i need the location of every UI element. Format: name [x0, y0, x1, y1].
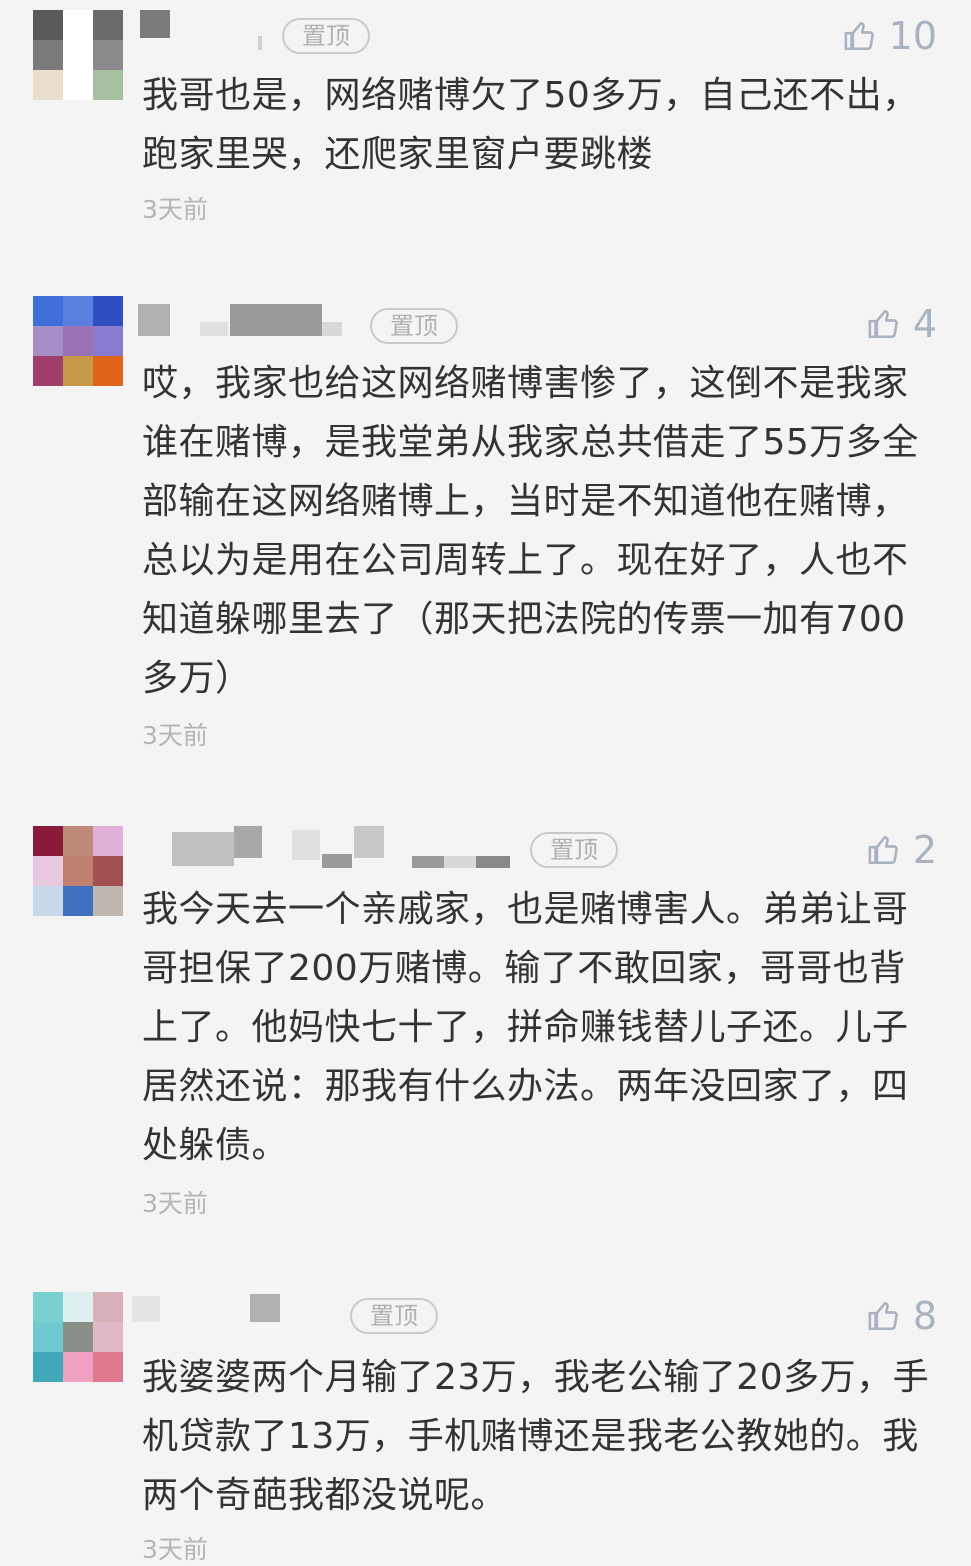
avatar-pixel — [63, 296, 93, 326]
avatar-pixel — [63, 10, 93, 40]
comment-text: 我今天去一个亲戚家，也是赌博害人。弟弟让哥哥担保了200万赌博。输了不敢回家，哥… — [142, 889, 909, 1166]
avatar-pixel — [63, 40, 93, 70]
avatar-pixel — [63, 886, 93, 916]
like-count: 4 — [912, 302, 937, 346]
avatar[interactable] — [33, 826, 123, 916]
thumbs-up-icon — [868, 835, 898, 865]
avatar-pixel — [63, 326, 93, 356]
avatar-pixel — [33, 326, 63, 356]
avatar-pixel — [33, 1352, 63, 1382]
avatar-pixel — [93, 356, 123, 386]
like-count: 10 — [888, 14, 937, 58]
comment-text: 我哥也是，网络赌博欠了50多万，自己还不出，跑家里哭，还爬家里窗户要跳楼 — [142, 75, 919, 175]
pinned-badge: 置顶 — [350, 1298, 438, 1334]
pinned-badge: 置顶 — [370, 308, 458, 344]
avatar-pixel — [33, 886, 63, 916]
comment-time: 3天前 — [142, 195, 208, 224]
comment-time: 3天前 — [142, 1535, 208, 1564]
avatar-pixel — [93, 856, 123, 886]
avatar-pixel — [33, 826, 63, 856]
avatar-pixel — [93, 326, 123, 356]
avatar-pixel — [33, 1322, 63, 1352]
avatar-pixel — [93, 1352, 123, 1382]
avatar-pixel — [93, 1292, 123, 1322]
avatar-pixel — [63, 1292, 93, 1322]
like-button[interactable]: 8 — [867, 1294, 937, 1338]
username-blurred[interactable] — [140, 10, 270, 50]
comment-text: 哎，我家也给这网络赌博害惨了，这倒不是我家谁在赌博，是我堂弟从我家总共借走了55… — [142, 363, 919, 699]
avatar-pixel — [33, 856, 63, 886]
like-button[interactable]: 10 — [843, 14, 937, 58]
comment-time: 3天前 — [142, 721, 208, 750]
thumbs-up-icon — [868, 309, 898, 339]
like-button[interactable]: 4 — [867, 302, 937, 346]
avatar-pixel — [93, 886, 123, 916]
thumbs-up-icon — [844, 21, 874, 51]
username-blurred[interactable] — [138, 296, 348, 336]
avatar-pixel — [63, 70, 93, 100]
avatar-pixel — [93, 1322, 123, 1352]
like-count: 2 — [912, 828, 937, 872]
pinned-badge: 置顶 — [530, 832, 618, 868]
avatar-pixel — [33, 10, 63, 40]
like-count: 8 — [912, 1294, 937, 1338]
avatar-pixel — [63, 1352, 93, 1382]
username-blurred[interactable] — [132, 1292, 282, 1332]
comment-time: 3天前 — [142, 1189, 208, 1218]
like-button[interactable]: 2 — [867, 828, 937, 872]
avatar-pixel — [93, 70, 123, 100]
avatar-pixel — [93, 40, 123, 70]
thumbs-up-icon — [868, 1301, 898, 1331]
avatar-pixel — [63, 1322, 93, 1352]
avatar-pixel — [33, 1292, 63, 1322]
username-blurred[interactable] — [172, 826, 512, 868]
avatar-pixel — [63, 856, 93, 886]
avatar[interactable] — [33, 296, 123, 386]
avatar-pixel — [33, 70, 63, 100]
comment-text: 我婆婆两个月输了23万，我老公输了20多万，手机贷款了13万，手机赌博还是我老公… — [142, 1357, 930, 1516]
avatar-pixel — [63, 826, 93, 856]
avatar-pixel — [63, 356, 93, 386]
avatar[interactable] — [33, 10, 123, 100]
avatar-pixel — [93, 296, 123, 326]
avatar[interactable] — [33, 1292, 123, 1382]
avatar-pixel — [33, 40, 63, 70]
avatar-pixel — [33, 356, 63, 386]
avatar-pixel — [93, 10, 123, 40]
avatar-pixel — [93, 826, 123, 856]
avatar-pixel — [33, 296, 63, 326]
pinned-badge: 置顶 — [282, 18, 370, 54]
